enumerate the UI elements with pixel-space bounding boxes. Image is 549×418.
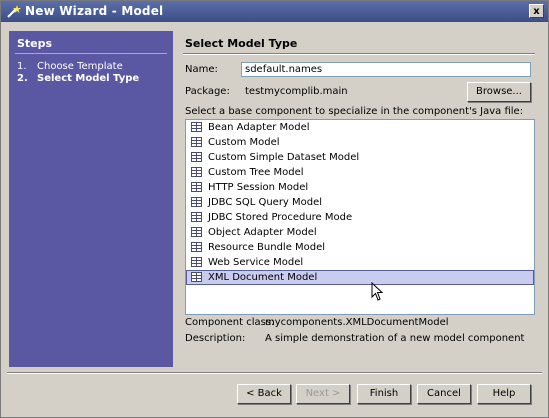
page-title: Select Model Type	[185, 37, 298, 50]
list-item-label: Custom Simple Dataset Model	[208, 152, 360, 163]
list-item-label: Web Service Model	[208, 257, 304, 268]
list-item-label: JDBC SQL Query Model	[208, 197, 323, 208]
list-item[interactable]: Resource Bundle Model	[186, 240, 534, 255]
title-bar[interactable]: New Wizard - Model x	[1, 1, 548, 22]
list-item[interactable]: XML Document Model	[186, 270, 534, 285]
cancel-button[interactable]: Cancel	[417, 384, 471, 404]
help-button[interactable]: Help	[477, 384, 531, 404]
name-input[interactable]: sdefault.names	[241, 62, 531, 77]
model-bean-icon	[191, 122, 202, 132]
browse-button[interactable]: Browse...	[467, 82, 531, 102]
step-select-model-type: 2. Select Model Type	[17, 73, 139, 84]
model-bean-icon	[191, 227, 202, 237]
package-field: testmycomplib.main	[241, 84, 461, 99]
list-item[interactable]: Custom Tree Model	[186, 165, 534, 180]
title-divider	[183, 53, 535, 55]
next-button[interactable]: Next >	[296, 384, 350, 404]
list-item-label: Object Adapter Model	[208, 227, 317, 238]
model-bean-icon	[191, 212, 202, 222]
steps-panel: Steps 1. Choose Template 2. Select Model T…	[9, 31, 173, 367]
name-label: Name:	[185, 64, 218, 75]
list-item[interactable]: Custom Model	[186, 135, 534, 150]
list-item[interactable]: HTTP Session Model	[186, 180, 534, 195]
component-class-value: mycomponents.XMLDocumentModel	[265, 317, 449, 328]
wizard-icon	[7, 5, 21, 18]
package-label: Package:	[185, 86, 230, 97]
step-label: Choose Template	[37, 61, 123, 72]
list-item[interactable]: Bean Adapter Model	[186, 120, 534, 135]
list-item-label: HTTP Session Model	[208, 182, 309, 193]
step-label: Select Model Type	[37, 73, 140, 84]
list-item[interactable]: JDBC SQL Query Model	[186, 195, 534, 210]
list-item[interactable]: JDBC Stored Procedure Mode	[186, 210, 534, 225]
list-item[interactable]: Object Adapter Model	[186, 225, 534, 240]
model-bean-icon	[191, 137, 202, 147]
step-number: 1.	[17, 61, 27, 72]
list-caption: Select a base component to specialize in…	[185, 106, 524, 117]
step-choose-template: 1. Choose Template	[17, 61, 123, 72]
model-type-list[interactable]: Bean Adapter Model Custom Model Custom Sim…	[185, 119, 535, 315]
model-bean-icon	[191, 182, 202, 192]
description-value: A simple demonstration of a new model co…	[265, 333, 525, 344]
finish-button[interactable]: Finish	[357, 384, 411, 404]
step-number: 2.	[17, 73, 28, 84]
list-item-label: Bean Adapter Model	[208, 122, 310, 133]
content-panel: Select Model Type Name: sdefault.names P…	[181, 31, 541, 367]
list-item-label: Custom Model	[208, 137, 280, 148]
back-button[interactable]: < Back	[237, 384, 291, 404]
model-bean-icon	[191, 257, 202, 267]
steps-header: Steps	[17, 37, 53, 50]
wizard-window: New Wizard - Model x Steps 1. Choose Temp…	[0, 0, 549, 418]
list-item-label: XML Document Model	[208, 272, 318, 283]
model-bean-icon	[191, 242, 202, 252]
model-bean-icon	[191, 167, 202, 177]
list-item-label: Resource Bundle Model	[208, 242, 326, 253]
window-title: New Wizard - Model	[25, 4, 164, 18]
list-item-label: Custom Tree Model	[208, 167, 304, 178]
steps-divider	[15, 53, 167, 54]
model-bean-icon	[191, 152, 202, 162]
list-item-label: JDBC Stored Procedure Mode	[208, 212, 353, 223]
model-bean-icon	[191, 272, 202, 282]
close-button[interactable]: x	[529, 4, 544, 18]
component-class-label: Component class:	[185, 317, 275, 328]
model-bean-icon	[191, 197, 202, 207]
button-divider	[7, 372, 542, 374]
mouse-cursor-icon	[371, 282, 384, 301]
list-item[interactable]: Web Service Model	[186, 255, 534, 270]
description-label: Description:	[185, 333, 246, 344]
list-item[interactable]: Custom Simple Dataset Model	[186, 150, 534, 165]
